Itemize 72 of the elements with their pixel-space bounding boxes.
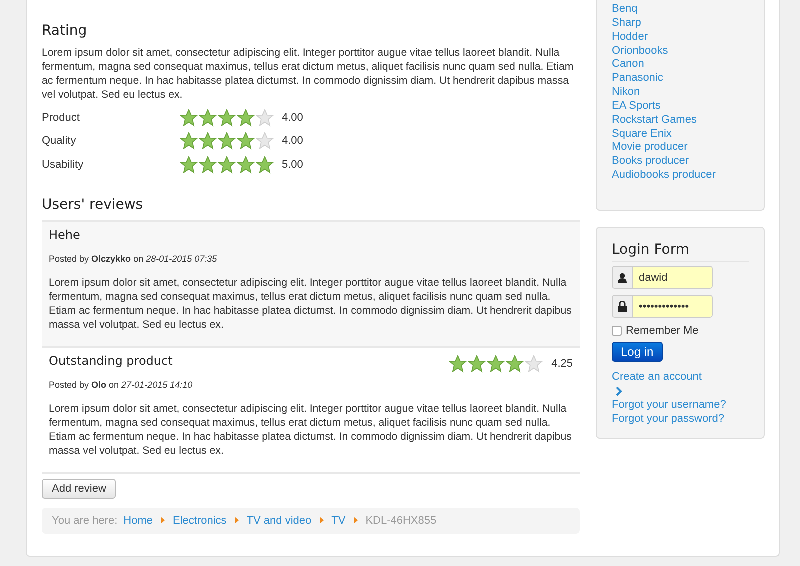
star-icon <box>256 132 274 150</box>
section-heading: Users' reviews <box>42 196 144 214</box>
star-icon <box>256 156 274 174</box>
manufacturer-link[interactable]: Sharp <box>612 16 749 31</box>
breadcrumb-link[interactable]: TV and video <box>246 514 312 528</box>
star-icon <box>468 354 486 372</box>
checkbox[interactable] <box>612 326 622 336</box>
rating-label: Usability <box>42 158 85 172</box>
review-text: Lorem ipsum dolor sit amet, consectetur adipiscing elit. Integer porttitor augue vitae tellus laoreet blandit. Nulla fermentum, magna sed consequat maximus, tellus erat dictum metus, aliquet facilisis nunc quam sed nulla. Etiam ac fermentum neque. In hac habitasse platea dictumst. In commodo dignissim diam. Ut hendrerit dapibus massa vel volutpat. Sed eu lectus ex. <box>49 276 573 332</box>
manufacturer-link[interactable]: EA Sports <box>612 100 749 114</box>
star-icon <box>199 156 217 174</box>
add-review-button[interactable]: Add review <box>42 478 116 498</box>
login-heading: Login Form <box>612 240 749 262</box>
breadcrumb-label: You are here: <box>52 514 118 528</box>
login-button[interactable]: Log in <box>612 342 663 362</box>
breadcrumb-link[interactable]: TV <box>332 514 346 528</box>
arrow-icon <box>161 517 165 524</box>
manufacturer-link[interactable]: Orionbooks <box>612 44 749 58</box>
star-icon <box>218 132 236 150</box>
star-icon <box>237 132 255 150</box>
breadcrumb-current: KDL-46HX855 <box>366 514 437 528</box>
star-icon <box>218 156 236 174</box>
manufacturer-link[interactable]: Nikon <box>612 86 749 100</box>
star-icon <box>218 108 236 127</box>
star-icon <box>486 354 505 372</box>
manufacturer-link[interactable]: Canon <box>612 58 749 72</box>
star-icon <box>237 108 255 127</box>
star-icon <box>256 108 274 127</box>
rating-value: 4.00 <box>282 110 304 125</box>
manufacturer-link[interactable]: Rockstart Games <box>612 114 749 128</box>
review-title: Hehe <box>49 228 80 242</box>
chevron-icon <box>616 386 622 396</box>
user-icon <box>618 272 627 282</box>
rating-label: Quality <box>42 134 78 148</box>
rating-label: Product <box>42 110 81 125</box>
arrow-icon <box>320 517 324 524</box>
manufacturer-link[interactable]: Benq <box>612 3 749 17</box>
star-icon <box>524 354 543 372</box>
rating-value: 4.25 <box>552 356 573 370</box>
star-icon <box>199 108 217 127</box>
input-field[interactable]: dawid <box>612 266 713 289</box>
review-text: Lorem ipsum dolor sit amet, consectetur adipiscing elit. Integer porttitor augue vitae tellus laoreet blandit. Nulla fermentum, magna sed consequat maximus, tellus erat dictum metus, aliquet facilisis nunc quam sed nulla. Etiam ac fermentum neque. In hac habitasse platea dictumst. In commodo dignissim diam. Ut hendrerit dapibus massa vel volutpat. Sed eu lectus ex. <box>49 402 573 458</box>
paragraph: Lorem ipsum dolor sit amet, consectetur adipiscing elit. Integer porttitor augue vitae tellus laoreet blandit. Nulla fermentum, magna sed consequat maximus, tellus erat dictum metus, aliquet facilisis nunc quam sed nulla. Etiam ac fermentum neque. In hac habitasse platea dictumst. In commodo dignissim diam. Ut hendrerit dapibus massa vel volutpat. Sed eu lectus ex. <box>42 46 575 102</box>
manufacturer-link[interactable]: Books producer <box>612 155 749 170</box>
review-title: Outstanding product <box>49 354 173 368</box>
breadcrumb-link[interactable]: Electronics <box>173 514 227 528</box>
manufacturer-link[interactable]: Square Enix <box>612 128 749 142</box>
arrow-icon <box>354 517 358 524</box>
breadcrumb-link[interactable]: Home <box>124 514 153 528</box>
star-icon <box>180 132 198 150</box>
login-link[interactable]: Forgot your username? <box>612 398 749 412</box>
star-icon <box>448 354 467 372</box>
star-icon <box>180 156 198 174</box>
star-icon <box>180 108 198 127</box>
star-icon <box>199 132 217 150</box>
login-link[interactable]: Forgot your password? <box>612 412 749 426</box>
checkbox-label: Remember Me <box>626 324 699 338</box>
manufacturer-link[interactable]: Movie producer <box>612 141 749 156</box>
manufacturer-link[interactable]: Panasonic <box>612 72 749 86</box>
manufacturer-link[interactable]: Audiobooks producer <box>612 169 749 183</box>
input-field[interactable]: ••••••••••••• <box>612 295 713 318</box>
review-meta: Posted by Olo on 27-01-2015 14:10 <box>49 378 194 392</box>
section-heading: Rating <box>42 22 88 41</box>
login-link[interactable]: Create an account <box>612 370 749 384</box>
manufacturer-link[interactable]: Hodder <box>612 30 749 45</box>
star-icon <box>506 354 524 372</box>
arrow-icon <box>234 517 239 524</box>
lock-icon <box>618 301 627 312</box>
review-meta: Posted by Olczykko on 28-01-2015 07:35 <box>49 252 218 266</box>
rating-value: 5.00 <box>282 158 304 172</box>
star-icon <box>237 156 255 174</box>
rating-value: 4.00 <box>282 134 304 148</box>
